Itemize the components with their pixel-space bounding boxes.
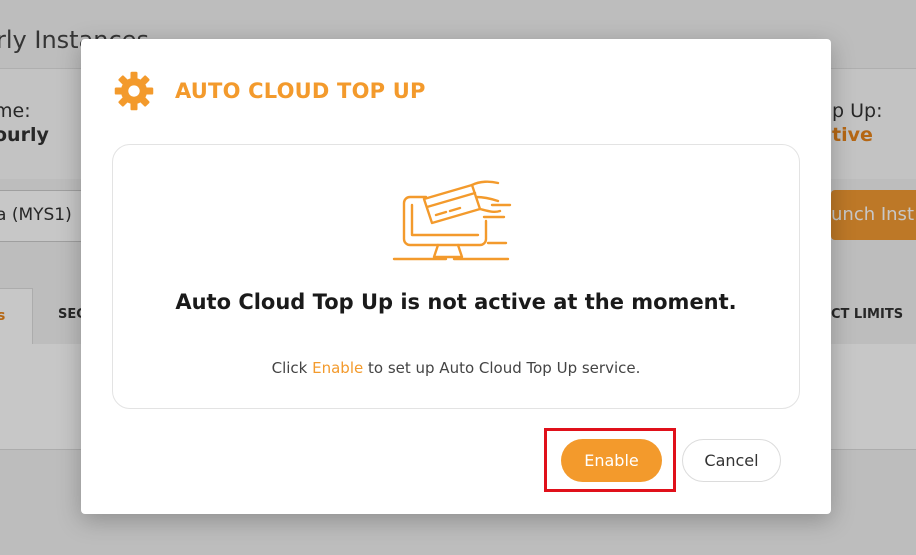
auto-cloud-top-up-dialog: AUTO CLOUD TOP UP Auto Cloud Top Up is n…: [81, 39, 831, 514]
instruction-enable-highlight: Enable: [312, 359, 364, 377]
gear-icon: [114, 71, 154, 111]
instruction-text: Click Enable to set up Auto Cloud Top Up…: [113, 359, 799, 377]
dialog-title: AUTO CLOUD TOP UP: [175, 79, 426, 103]
info-card: Auto Cloud Top Up is not active at the m…: [112, 144, 800, 409]
instruction-suffix: to set up Auto Cloud Top Up service.: [363, 359, 641, 377]
cancel-button[interactable]: Cancel: [682, 439, 781, 482]
computer-card-icon: [392, 180, 512, 261]
instruction-prefix: Click: [271, 359, 313, 377]
enable-button[interactable]: Enable: [561, 439, 662, 482]
status-heading: Auto Cloud Top Up is not active at the m…: [175, 290, 737, 314]
dialog-header: AUTO CLOUD TOP UP: [113, 71, 426, 111]
